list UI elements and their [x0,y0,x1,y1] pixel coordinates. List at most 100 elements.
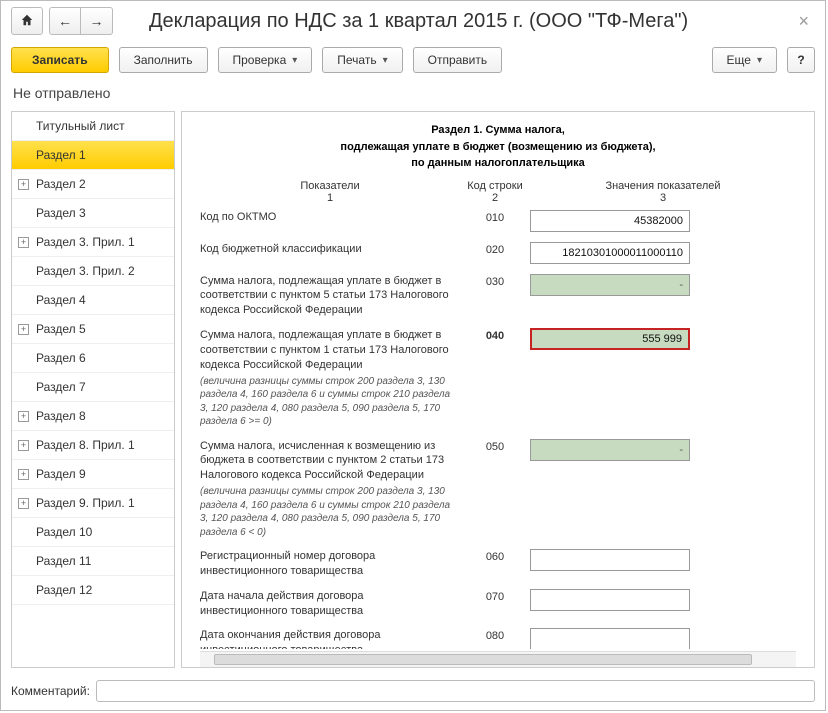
value-input-050[interactable] [530,439,690,461]
arrow-right-icon: → [90,13,104,29]
expand-icon[interactable]: + [18,498,29,509]
row-indicator: Код бюджетной классификации [200,242,460,257]
row-indicator: Сумма налога, подлежащая уплате в бюджет… [200,274,460,319]
sidebar-item-section-9-app-1[interactable]: + Раздел 9. Прил. 1 [12,489,174,518]
scrollbar-thumb[interactable] [214,654,752,665]
help-button[interactable]: ? [787,47,815,73]
sidebar-item-section-6[interactable]: Раздел 6 [12,344,174,373]
more-button[interactable]: Еще [712,47,777,73]
value-input-030[interactable] [530,274,690,296]
value-input-040[interactable] [530,328,690,350]
form-row-030: Сумма налога, подлежащая уплате в бюджет… [200,274,796,319]
sidebar-item-label: Раздел 3. Прил. 2 [36,264,135,278]
sidebar-item-label: Титульный лист [36,119,125,133]
home-icon [20,13,34,30]
rows-container: Код по ОКТМО010 Код бюджетной классификац… [200,210,796,650]
form-row-010: Код по ОКТМО010 [200,210,796,232]
sidebar-item-section-9[interactable]: + Раздел 9 [12,460,174,489]
expand-icon[interactable]: + [18,411,29,422]
sidebar-item-section-3-app-1[interactable]: + Раздел 3. Прил. 1 [12,228,174,257]
nav-forward-button[interactable]: → [81,7,113,35]
sidebar-item-label: Раздел 8 [36,409,86,423]
send-button[interactable]: Отправить [413,47,503,73]
sidebar-item-label: Раздел 12 [36,583,92,597]
sidebar-item-section-7[interactable]: Раздел 7 [12,373,174,402]
expand-icon[interactable]: + [18,237,29,248]
value-input-080[interactable] [530,628,690,649]
value-input-010[interactable] [530,210,690,232]
record-button[interactable]: Записать [11,47,109,73]
window-title: Декларация по НДС за 1 квартал 2015 г. (… [119,10,786,33]
row-indicator: Дата начала действия договора инвестицио… [200,589,460,619]
form-row-050: Сумма налога, исчисленная к возмещению и… [200,439,796,540]
sidebar-item-label: Раздел 11 [36,554,91,568]
horizontal-scrollbar[interactable] [200,651,796,667]
home-button[interactable] [11,7,43,35]
row-code: 040 [460,328,530,342]
row-indicator: Код по ОКТМО [200,210,460,225]
row-indicator: Сумма налога, исчисленная к возмещению и… [200,439,460,540]
content-panel: Раздел 1. Сумма налога, подлежащая уплат… [181,111,815,668]
comment-input[interactable] [96,680,815,702]
row-code: 060 [460,549,530,563]
form-row-060: Регистрационный номер договора инвестици… [200,549,796,579]
row-indicator: Регистрационный номер договора инвестици… [200,549,460,579]
value-input-060[interactable] [530,549,690,571]
sidebar-item-label: Раздел 6 [36,351,86,365]
comment-label: Комментарий: [11,684,90,698]
row-indicator-note: (величина разницы суммы строк 200 раздел… [200,375,454,429]
sidebar-item-section-12[interactable]: Раздел 12 [12,576,174,605]
sidebar-item-label: Раздел 5 [36,322,86,336]
row-indicator: Дата окончания действия договора инвести… [200,628,460,649]
row-code: 030 [460,274,530,288]
form-row-020: Код бюджетной классификации020 [200,242,796,264]
sidebar-item-label: Раздел 7 [36,380,86,394]
sidebar-item-label: Раздел 9. Прил. 1 [36,496,135,510]
section-heading: Раздел 1. Сумма налога, подлежащая уплат… [200,122,796,172]
row-indicator-note: (величина разницы суммы строк 200 раздел… [200,485,454,539]
value-input-070[interactable] [530,589,690,611]
sidebar: Титульный лист Раздел 1 + Раздел 2 Раздел 3 +… [11,111,175,668]
row-indicator: Сумма налога, подлежащая уплате в бюджет… [200,328,460,429]
row-code: 010 [460,210,530,224]
expand-icon[interactable]: + [18,440,29,451]
form-row-080: Дата окончания действия договора инвести… [200,628,796,649]
arrow-left-icon: ← [58,13,72,29]
sidebar-item-section-8-app-1[interactable]: + Раздел 8. Прил. 1 [12,431,174,460]
column-headers: Показатели 1 Код строки 2 Значения показ… [200,180,796,204]
sidebar-item-section-10[interactable]: Раздел 10 [12,518,174,547]
expand-icon[interactable]: + [18,179,29,190]
sidebar-item-section-3-app-2[interactable]: Раздел 3. Прил. 2 [12,257,174,286]
sidebar-item-label: Раздел 8. Прил. 1 [36,438,135,452]
sidebar-item-label: Раздел 3 [36,206,86,220]
value-input-020[interactable] [530,242,690,264]
sidebar-item-label: Раздел 3. Прил. 1 [36,235,135,249]
row-code: 050 [460,439,530,453]
sidebar-item-section-5[interactable]: + Раздел 5 [12,315,174,344]
sidebar-item-label: Раздел 9 [36,467,86,481]
sidebar-item-section-3[interactable]: Раздел 3 [12,199,174,228]
form-row-070: Дата начала действия договора инвестицио… [200,589,796,619]
sidebar-item-section-2[interactable]: + Раздел 2 [12,170,174,199]
row-code: 080 [460,628,530,642]
fill-button[interactable]: Заполнить [119,47,208,73]
close-button[interactable]: × [792,11,815,32]
sidebar-item-section-4[interactable]: Раздел 4 [12,286,174,315]
sidebar-item-label: Раздел 1 [36,148,86,162]
check-button[interactable]: Проверка [218,47,313,73]
sidebar-item-label: Раздел 10 [36,525,92,539]
sidebar-item-section-8[interactable]: + Раздел 8 [12,402,174,431]
sidebar-item-title-page[interactable]: Титульный лист [12,112,174,141]
row-code: 070 [460,589,530,603]
status-text: Не отправлено [1,79,825,107]
sidebar-item-section-1[interactable]: Раздел 1 [12,141,174,170]
sidebar-item-section-11[interactable]: Раздел 11 [12,547,174,576]
close-icon: × [798,11,809,31]
sidebar-item-label: Раздел 4 [36,293,86,307]
print-button[interactable]: Печать [322,47,402,73]
form-row-040: Сумма налога, подлежащая уплате в бюджет… [200,328,796,429]
sidebar-item-label: Раздел 2 [36,177,86,191]
expand-icon[interactable]: + [18,324,29,335]
nav-back-button[interactable]: ← [49,7,81,35]
expand-icon[interactable]: + [18,469,29,480]
